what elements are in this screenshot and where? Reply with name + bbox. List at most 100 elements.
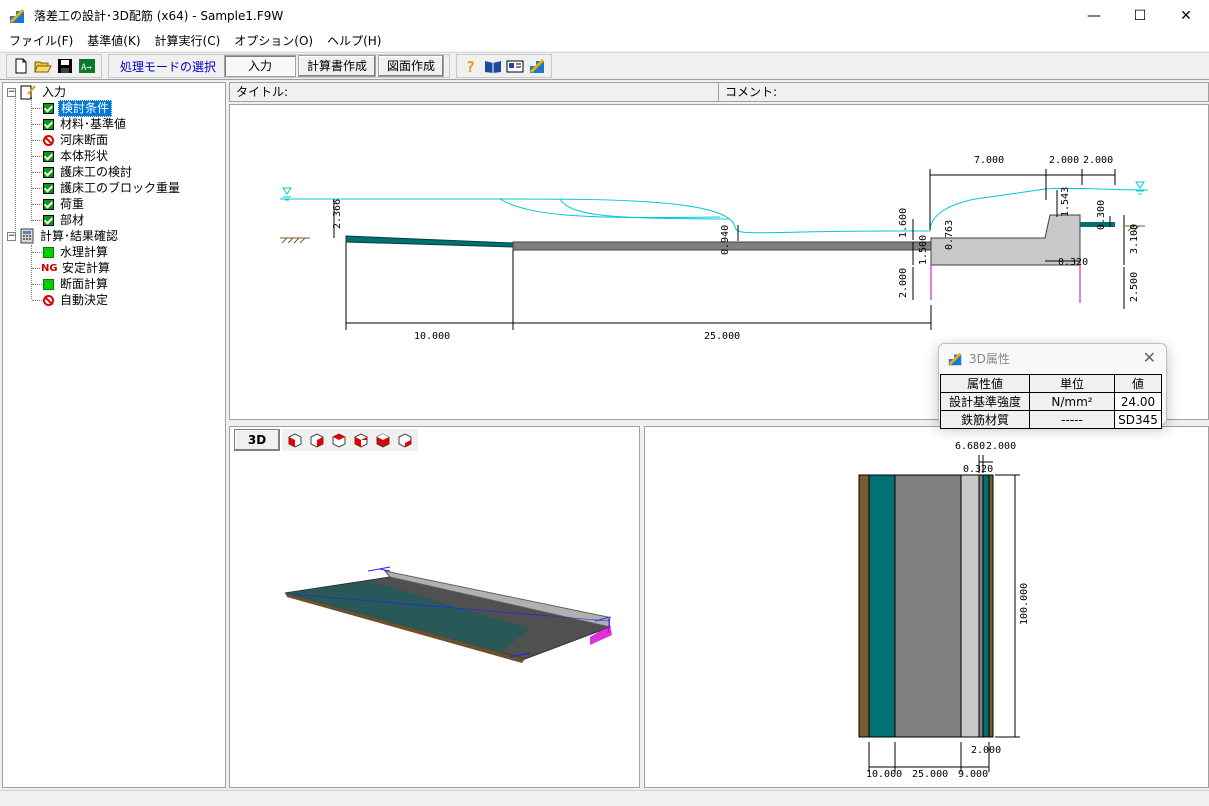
plan-view-pane[interactable]: 6.680 2.000 0.320 100.000 2.000 10.000 2…	[644, 426, 1209, 788]
mode-select-label: 処理モードの選択	[120, 59, 217, 74]
dim-label: 3.100	[1129, 224, 1140, 254]
value-cell[interactable]: 24.00	[1114, 392, 1162, 411]
dim-label: 2.000	[898, 268, 909, 298]
ground-hatch-left	[280, 237, 310, 244]
dim-label: 2.500	[1129, 272, 1140, 302]
app-window: 落差工の設計･3D配筋 (x64) - Sample1.F9W — ☐ ✕ ファ…	[0, 0, 1209, 806]
tree-label: 計算･結果確認	[40, 228, 119, 243]
water-surface	[280, 187, 1149, 234]
dim-label: 0.320	[1058, 257, 1088, 268]
svg-text:?: ?	[466, 58, 475, 74]
app-logo-icon	[948, 352, 962, 365]
open-folder-icon[interactable]	[32, 55, 54, 77]
save-icon[interactable]	[54, 55, 76, 77]
checked-icon	[43, 198, 54, 210]
dim-label: 25.000	[704, 331, 740, 342]
not-applicable-icon	[43, 134, 54, 146]
dim-label: 2.000	[986, 441, 1016, 452]
3d-view-pane[interactable]: 3D	[229, 426, 640, 788]
app-logo-icon[interactable]	[526, 55, 548, 77]
tree-label: 河床断面	[60, 132, 109, 147]
calculator-icon	[20, 228, 34, 244]
info-bar: タイトル: コメント:	[229, 82, 1209, 102]
dim-label: 2.000	[1083, 155, 1113, 166]
tree-item-apron-check[interactable]: 護床工の検討	[32, 164, 134, 180]
tree-item-stability[interactable]: NG 安定計算	[32, 260, 112, 276]
mode-drawing-button[interactable]: 図面作成	[378, 55, 445, 77]
tree-item-riverbed[interactable]: 河床断面	[32, 132, 110, 148]
cube-top-icon[interactable]	[330, 431, 348, 449]
cube-side-icon[interactable]	[308, 431, 326, 449]
tree-item-body-shape[interactable]: 本体形状	[32, 148, 110, 164]
menu-options[interactable]: オプション(O)	[227, 31, 320, 51]
tree-label: 材料･基準値	[60, 116, 127, 131]
menu-help[interactable]: ヘルプ(H)	[320, 31, 388, 51]
mode-report-button[interactable]: 計算書作成	[298, 55, 377, 77]
ok-icon	[43, 246, 54, 258]
navigation-tree: − 入力 検討条件 材料･基準値 河床断面 本体形状 護床工の検討 護床工のブロ…	[2, 82, 226, 788]
status-bar	[0, 790, 1209, 806]
tree-label: 断面計算	[60, 276, 109, 291]
checked-icon	[43, 150, 54, 162]
cube-bottom-icon[interactable]	[396, 431, 414, 449]
dim-label: 6.680	[955, 441, 985, 452]
table-row: 設計基準強度 N/mm² 24.00	[940, 392, 1162, 411]
tree-item-members[interactable]: 部材	[32, 212, 86, 228]
dim-label: 10.000	[414, 331, 450, 342]
tree-item-hydraulic[interactable]: 水理計算	[32, 244, 110, 260]
tree-label: 入力	[42, 84, 67, 99]
mode-toolbar-group: 処理モードの選択 入力 計算書作成 図面作成	[108, 54, 451, 78]
edit-document-icon	[20, 85, 36, 100]
tree-label: 護床工の検討	[60, 164, 133, 179]
close-button[interactable]: ✕	[1163, 0, 1209, 31]
menu-standards[interactable]: 基準値(K)	[80, 31, 147, 51]
view-orientation-toolbar	[282, 429, 418, 451]
title-field-label[interactable]: タイトル:	[230, 83, 719, 101]
tree-item-loads[interactable]: 荷重	[32, 196, 86, 212]
dim-label: 0.763	[944, 220, 955, 250]
tree-label: 部材	[60, 212, 85, 227]
plan-drawing: 6.680 2.000 0.320 100.000 2.000 10.000 2…	[858, 441, 1030, 780]
menu-file[interactable]: ファイル(F)	[2, 31, 80, 51]
tree-item-conditions[interactable]: 検討条件	[32, 99, 113, 117]
value-cell[interactable]: SD345	[1114, 410, 1162, 429]
export-icon[interactable]: A→	[76, 55, 98, 77]
mode-input-button[interactable]: 入力	[224, 55, 297, 77]
cube-iso-icon[interactable]	[374, 431, 392, 449]
app-logo-icon	[9, 7, 25, 24]
tree-item-auto-design[interactable]: 自動決定	[32, 292, 110, 308]
popup-close-icon[interactable]: ✕	[1143, 348, 1156, 367]
tree-item-materials[interactable]: 材料･基準値	[32, 116, 128, 132]
column-header: 値	[1114, 374, 1162, 393]
cube-back-icon[interactable]	[352, 431, 370, 449]
id-card-icon[interactable]	[504, 55, 526, 77]
ok-icon	[43, 278, 54, 290]
tree-node-input[interactable]: − 入力	[7, 84, 68, 100]
maximize-button[interactable]: ☐	[1117, 0, 1163, 31]
3d-toggle-button[interactable]: 3D	[234, 429, 280, 451]
tree-label: 荷重	[60, 196, 85, 211]
tree-item-section-calc[interactable]: 断面計算	[32, 276, 110, 292]
table-header-row: 属性値 単位 値	[940, 374, 1162, 393]
table-row: 鉄筋材質 ----- SD345	[940, 410, 1162, 429]
help-icon[interactable]: ?	[460, 55, 482, 77]
cube-front-icon[interactable]	[286, 431, 304, 449]
minimize-button[interactable]: —	[1071, 0, 1117, 31]
dim-label: 0.940	[720, 225, 731, 255]
collapse-icon[interactable]: −	[7, 87, 16, 97]
new-file-icon[interactable]	[10, 55, 32, 77]
comment-field-label[interactable]: コメント:	[719, 83, 1208, 101]
tree-node-calc[interactable]: − 計算･結果確認	[7, 228, 120, 244]
window-title: 落差工の設計･3D配筋 (x64) - Sample1.F9W	[34, 9, 284, 23]
tree-item-block-weight[interactable]: 護床工のブロック重量	[32, 180, 182, 196]
water-level-icon	[282, 181, 1145, 201]
book-icon[interactable]	[482, 55, 504, 77]
popup-title-text: 3D属性	[969, 352, 1010, 366]
popup-title: 3D属性	[947, 350, 1010, 367]
svg-text:A→: A→	[81, 63, 92, 73]
menu-calculate[interactable]: 計算実行(C)	[148, 31, 228, 51]
tree-label: 自動決定	[60, 292, 109, 307]
collapse-icon[interactable]: −	[7, 231, 16, 241]
dim-label: 0.320	[963, 464, 993, 475]
menu-bar: ファイル(F) 基準値(K) 計算実行(C) オプション(O) ヘルプ(H)	[0, 31, 1209, 51]
